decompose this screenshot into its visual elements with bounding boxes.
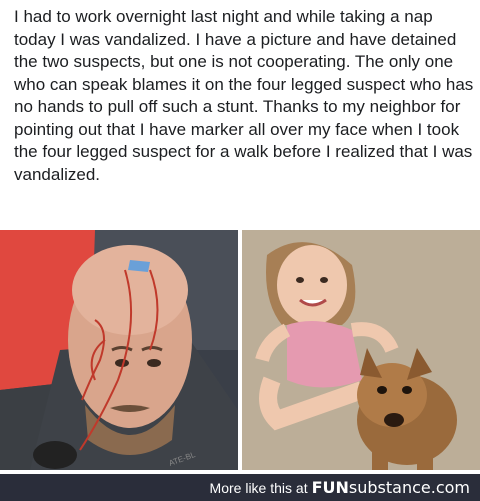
funsubstance-logo: FUNsubstance.com bbox=[311, 478, 470, 497]
footer-banner: More like this at FUNsubstance.com bbox=[0, 474, 480, 501]
footer-link[interactable]: More like this at FUNsubstance.com bbox=[210, 474, 470, 501]
post-text: I had to work overnight last night and w… bbox=[14, 7, 474, 184]
photo-man-vandalized: ATE-BL bbox=[0, 230, 238, 470]
more-like-this-text: More like this at bbox=[209, 479, 308, 496]
photo-girl-and-dog bbox=[242, 230, 480, 470]
